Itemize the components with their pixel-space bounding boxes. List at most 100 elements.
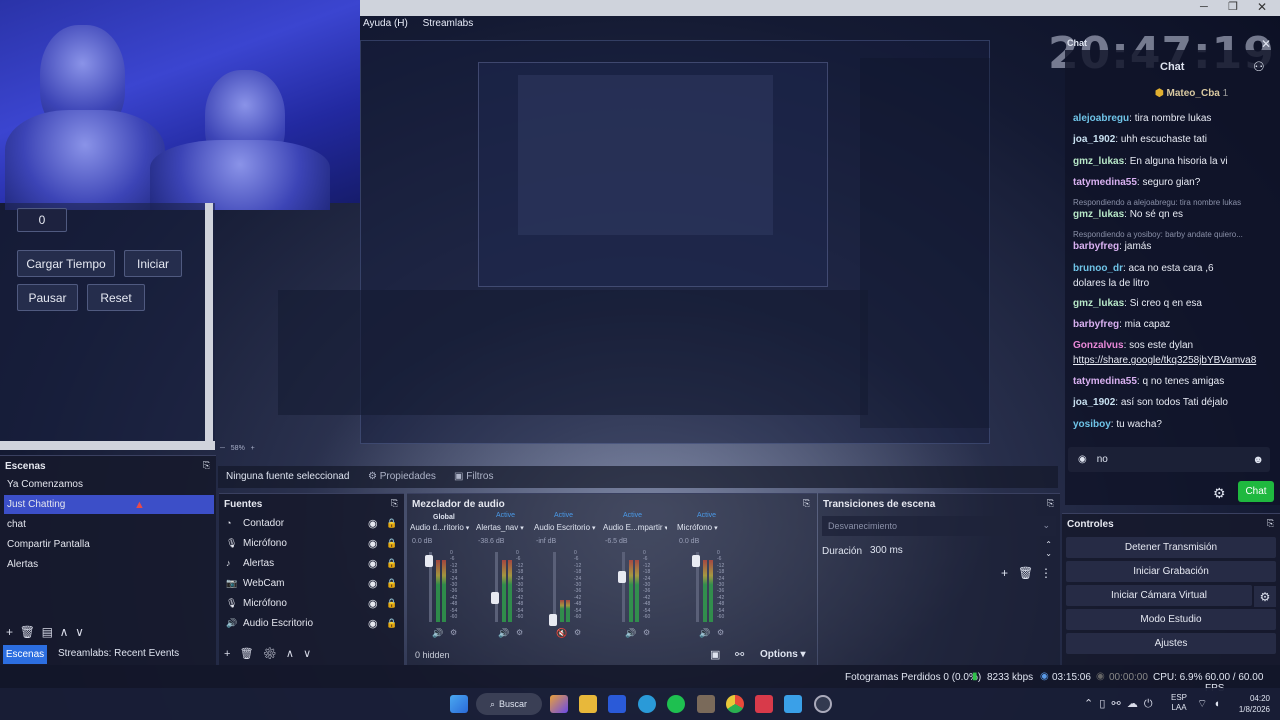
- chat-username[interactable]: joa_1902: [1073, 397, 1115, 408]
- filters-button[interactable]: ▣ Filtros: [454, 471, 493, 482]
- remove-transition-icon[interactable]: 🗑: [1018, 566, 1033, 580]
- scene-item[interactable]: Just Chatting ▲: [4, 495, 214, 514]
- chat-username[interactable]: brunoo_dr: [1073, 263, 1123, 274]
- tab-scenes[interactable]: Escenas: [3, 645, 47, 664]
- eye-icon[interactable]: ◉: [368, 577, 378, 590]
- spin-arrows-icon[interactable]: ⌃ ⌄: [1045, 540, 1052, 558]
- scene-up-icon[interactable]: ∧: [60, 625, 69, 639]
- volume-icon[interactable]: 🔊: [699, 628, 710, 639]
- scene-item[interactable]: Ya Comenzamos: [4, 475, 214, 494]
- mixer-layout-icon[interactable]: ▣: [710, 648, 720, 661]
- chat-send-button[interactable]: Chat: [1238, 481, 1274, 502]
- source-item[interactable]: 🎙 Micrófono ◉ 🔒: [226, 533, 401, 553]
- volume-icon[interactable]: 🔊: [498, 628, 509, 639]
- chat-popout-icon[interactable]: ✕: [1261, 37, 1271, 51]
- file-explorer-icon[interactable]: [579, 695, 597, 713]
- store-icon[interactable]: [608, 695, 626, 713]
- add-transition-icon[interactable]: +: [1001, 566, 1008, 580]
- chat-username[interactable]: barbyfreg: [1073, 241, 1119, 252]
- scene-item[interactable]: Compartir Pantalla: [4, 535, 214, 554]
- streamlabs-icon[interactable]: [755, 695, 773, 713]
- maximize-icon[interactable]: ❐: [1228, 0, 1238, 13]
- eye-icon[interactable]: ◉: [368, 537, 378, 550]
- chat-username[interactable]: yosiboy: [1073, 419, 1111, 430]
- volume-fader-knob[interactable]: [692, 555, 700, 567]
- mixer-channel-name[interactable]: Alertas_nav ▾: [476, 523, 540, 532]
- chat-username[interactable]: tatymedina55: [1073, 177, 1137, 188]
- mixer-channel-name[interactable]: Audio E...mpartir ▾: [603, 523, 667, 532]
- chat-input[interactable]: ◉ no ☻: [1068, 447, 1270, 472]
- windows-start-icon[interactable]: [450, 695, 468, 713]
- source-item[interactable]: 📷 WebCam ◉ 🔒: [226, 573, 401, 593]
- copilot-icon[interactable]: [550, 695, 568, 713]
- lock-icon[interactable]: 🔒: [386, 538, 397, 549]
- timer-scrollbar[interactable]: [205, 203, 213, 441]
- start-button[interactable]: Iniciar: [124, 250, 182, 277]
- transition-more-icon[interactable]: ⋮: [1040, 566, 1052, 580]
- transition-select[interactable]: Desvanecimiento ⌄: [822, 516, 1056, 536]
- mixer-channel-name[interactable]: Micrófono ▾: [677, 523, 741, 532]
- chat-username[interactable]: tatymedina55: [1073, 376, 1137, 387]
- chat-settings-icon[interactable]: ⚙: [1213, 485, 1226, 502]
- tray-icons[interactable]: ⌃ ▯ ⚯ ☁ ⏻: [1084, 697, 1153, 711]
- add-scene-icon[interactable]: +: [6, 625, 13, 639]
- channel-settings-icon[interactable]: ⚙: [643, 628, 650, 637]
- edge-icon[interactable]: [638, 695, 656, 713]
- control-button[interactable]: Modo Estudio: [1066, 609, 1276, 630]
- chat-username[interactable]: gmz_lukas: [1073, 298, 1124, 309]
- scene-filter-icon[interactable]: ▤: [42, 625, 53, 639]
- mixer-link-icon[interactable]: ⚯: [735, 648, 744, 661]
- remove-scene-icon[interactable]: 🗑: [20, 625, 35, 639]
- control-button[interactable]: Ajustes: [1066, 633, 1276, 654]
- reset-button[interactable]: Reset: [87, 284, 145, 311]
- eye-icon[interactable]: ◉: [368, 557, 378, 570]
- lock-icon[interactable]: 🔒: [386, 598, 397, 609]
- mixer-options-button[interactable]: Options ▾: [760, 649, 806, 660]
- taskbar-search[interactable]: ⌕ Buscar: [476, 693, 542, 715]
- volume-icon[interactable]: 🔊: [432, 628, 443, 639]
- source-item[interactable]: 🔊 Audio Escritorio ◉ 🔒: [226, 613, 401, 633]
- volume-fader-track[interactable]: [622, 552, 625, 622]
- pause-button[interactable]: Pausar: [17, 284, 78, 311]
- spotify-icon[interactable]: [667, 695, 685, 713]
- chat-username[interactable]: barbyfreg: [1073, 319, 1119, 330]
- tab-recent-events[interactable]: Streamlabs: Recent Events: [58, 648, 179, 659]
- volume-icon[interactable]: 🔇: [556, 628, 567, 639]
- source-settings-icon[interactable]: ⚙: [263, 648, 277, 660]
- chrome-icon[interactable]: [726, 695, 744, 713]
- mixer-channel-name[interactable]: Audio d...ritorio ▾: [410, 523, 474, 532]
- menu-help[interactable]: Ayuda (H): [363, 18, 408, 29]
- scene-item[interactable]: Alertas: [4, 555, 214, 574]
- control-button[interactable]: Detener Transmisión: [1066, 537, 1276, 558]
- channel-settings-icon[interactable]: ⚙: [574, 628, 581, 637]
- source-item[interactable]: 🎙 Micrófono ◉ 🔒: [226, 593, 401, 613]
- lock-icon[interactable]: 🔒: [386, 558, 397, 569]
- chat-username[interactable]: Gonzalvus: [1073, 340, 1124, 351]
- channel-settings-icon[interactable]: ⚙: [450, 628, 457, 637]
- properties-button[interactable]: ⚙ Propiedades: [368, 471, 436, 482]
- preview-hscrollbar[interactable]: [0, 441, 215, 450]
- timer-value-field[interactable]: 0: [17, 208, 67, 232]
- obs-icon[interactable]: [814, 695, 832, 713]
- menu-streamlabs[interactable]: Streamlabs: [423, 18, 474, 29]
- lock-icon[interactable]: 🔒: [386, 518, 397, 529]
- scenes-dock-menu-icon[interactable]: ⎘: [203, 460, 210, 471]
- emoji-icon[interactable]: ☻: [1252, 454, 1264, 466]
- minus-icon[interactable]: ─ 58% +: [220, 445, 255, 452]
- transitions-dock-menu-icon[interactable]: ⎘: [1047, 498, 1054, 509]
- lock-icon[interactable]: 🔒: [386, 618, 397, 629]
- game-icon[interactable]: [697, 695, 715, 713]
- mixer-channel-name[interactable]: Audio Escritorio ▾: [534, 523, 598, 532]
- volume-icon[interactable]: 🔊: [625, 628, 636, 639]
- chat-username[interactable]: gmz_lukas: [1073, 209, 1124, 220]
- add-source-icon[interactable]: +: [224, 648, 230, 660]
- channel-settings-icon[interactable]: ⚙: [717, 628, 724, 637]
- chat-username[interactable]: alejoabregu: [1073, 113, 1129, 124]
- eye-icon[interactable]: ◉: [368, 517, 378, 530]
- channel-settings-icon[interactable]: ⚙: [516, 628, 523, 637]
- virtual-cam-settings-icon[interactable]: ⚙: [1254, 586, 1276, 607]
- scene-item[interactable]: chat: [4, 515, 214, 534]
- control-button[interactable]: Iniciar Grabación: [1066, 561, 1276, 582]
- remove-source-icon[interactable]: 🗑: [240, 648, 254, 660]
- source-item[interactable]: ♪ Alertas ◉ 🔒: [226, 553, 401, 573]
